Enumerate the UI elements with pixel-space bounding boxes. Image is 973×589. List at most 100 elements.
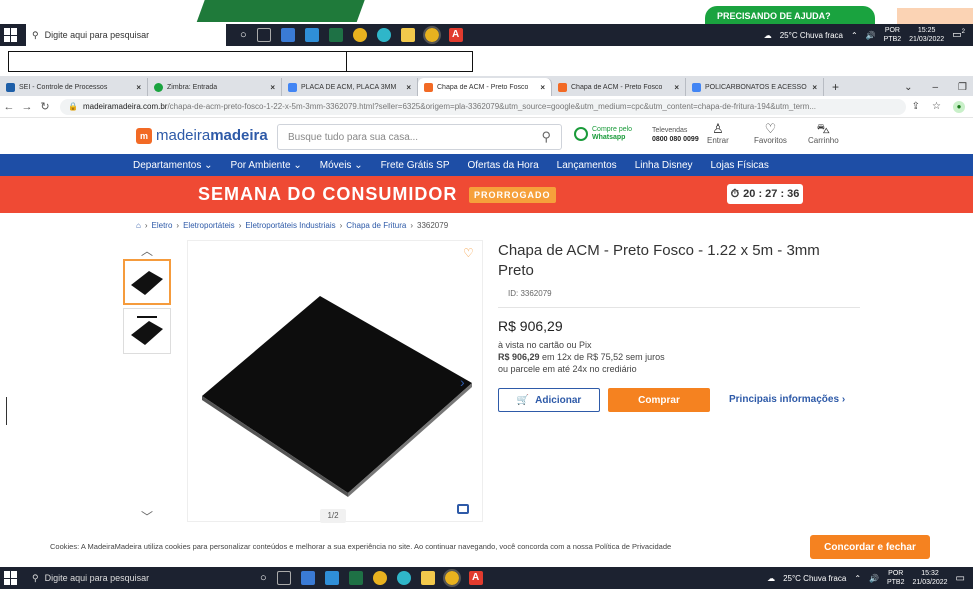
url-input[interactable]: 🔒 madeiramadeira.com.br/chapa-de-acm-pre… — [60, 98, 906, 115]
excel-icon[interactable] — [328, 28, 343, 42]
browser-tab-active[interactable]: Chapa de ACM - Preto Fosco × — [418, 78, 552, 96]
close-icon[interactable]: × — [270, 83, 275, 92]
annotation-line — [8, 51, 9, 72]
edge-icon[interactable] — [376, 28, 391, 42]
language-indicator[interactable]: POR PTB2 — [887, 569, 905, 587]
browser-tab[interactable]: Zimbra: Entrada × — [148, 78, 282, 96]
buy-button[interactable]: Comprar — [608, 388, 710, 412]
tab-search-chevron-icon[interactable]: ⌄ — [904, 82, 912, 93]
restore-icon[interactable]: ❐ — [958, 82, 967, 93]
breadcrumb-item[interactable]: Eletroportáteis Industriais — [245, 221, 335, 230]
site-search-input[interactable]: Busque tudo para sua casa... ⚲ — [277, 124, 562, 150]
next-image-arrow-icon[interactable]: › — [460, 374, 465, 390]
acrobat-icon[interactable]: A — [448, 28, 463, 42]
windows-start-icon[interactable] — [4, 28, 18, 42]
product-title: Chapa de ACM - Preto Fosco - 1.22 x 5m -… — [498, 242, 820, 279]
calendar-app-icon[interactable] — [280, 28, 295, 42]
forward-arrow-icon[interactable]: → — [18, 101, 36, 113]
close-icon[interactable]: × — [540, 83, 545, 92]
gallery-thumbnail-2[interactable] — [123, 308, 171, 354]
product-id: ID: 3362079 — [508, 289, 552, 298]
chrome-active-icon[interactable] — [442, 569, 461, 587]
file-explorer-icon[interactable] — [420, 571, 435, 585]
product-main-image[interactable] — [187, 240, 483, 522]
task-view-icon[interactable]: ○ — [260, 572, 267, 584]
browser-tab[interactable]: Chapa de ACM - Preto Fosco × — [552, 78, 686, 96]
language-indicator[interactable]: POR PTB2 — [884, 26, 902, 44]
main-info-link[interactable]: Principais informações › — [729, 394, 845, 405]
share-icon[interactable]: ⇪ — [912, 101, 920, 112]
windows-start-icon[interactable] — [4, 571, 18, 585]
excel-icon[interactable] — [348, 571, 363, 585]
reload-icon[interactable]: ↻ — [36, 100, 54, 113]
cart-button[interactable]: ⛍ Carrinho — [808, 122, 839, 146]
nav-item-linha-disney[interactable]: Linha Disney — [635, 160, 693, 171]
tray-chevron-icon[interactable]: ⌃ — [854, 574, 861, 583]
calendar-app-icon[interactable] — [300, 571, 315, 585]
thumbs-down-arrow-icon[interactable]: ﹀ — [141, 508, 153, 525]
volume-icon[interactable]: 🔊 — [869, 574, 879, 583]
taskbar-search-input[interactable]: ⚲ Digite aqui para pesquisar — [26, 24, 226, 46]
promo-banner[interactable]: SEMANA DO CONSUMIDOR PRORROGADO ⏱ 20 : 2… — [0, 176, 973, 213]
task-view-icon[interactable]: ○ — [240, 29, 247, 41]
profile-avatar-icon[interactable]: ● — [953, 100, 965, 113]
tray-chevron-icon[interactable]: ⌃ — [851, 31, 858, 40]
edge-icon[interactable] — [396, 571, 411, 585]
taskbar-bottom: ⚲ Digite aqui para pesquisar ○ A ☁ 25°C … — [0, 567, 973, 589]
notification-icon[interactable]: ▭ — [956, 573, 965, 584]
browser-tab[interactable]: PLACA DE ACM, PLACA 3MM × — [282, 78, 418, 96]
close-icon[interactable]: × — [812, 83, 817, 92]
thumbs-up-arrow-icon[interactable]: ︿ — [141, 242, 153, 259]
favorite-heart-icon[interactable]: ♡ — [463, 246, 474, 260]
close-icon[interactable]: × — [136, 83, 141, 92]
breadcrumb-item[interactable]: Eletroportáteis — [183, 221, 235, 230]
google-favicon-icon — [288, 82, 297, 92]
image-counter: 1/2 — [320, 509, 346, 523]
add-to-cart-button[interactable]: 🛒 Adicionar — [498, 388, 600, 412]
home-icon[interactable]: ⌂ — [136, 221, 141, 230]
taskbar-clock[interactable]: 15:25 21/03/2022 — [909, 26, 944, 44]
nav-item-departamentos[interactable]: Departamentos ⌄ — [133, 160, 213, 171]
image-zoom-icon[interactable] — [457, 504, 469, 514]
nav-item-ofertas[interactable]: Ofertas da Hora — [467, 160, 538, 171]
file-explorer-icon[interactable] — [400, 28, 415, 42]
close-icon[interactable]: × — [406, 83, 411, 92]
widgets-icon[interactable] — [256, 28, 271, 42]
promo-countdown: ⏱ 20 : 27 : 36 — [727, 184, 803, 204]
search-icon[interactable]: ⚲ — [541, 129, 551, 145]
bookmark-star-icon[interactable]: ☆ — [932, 101, 941, 112]
favorites-button[interactable]: ♡ Favoritos — [754, 121, 787, 146]
breadcrumb-item[interactable]: Chapa de Fritura — [346, 221, 406, 230]
nav-item-lojas-fisicas[interactable]: Lojas Físicas — [711, 160, 769, 171]
chrome-active-icon[interactable] — [422, 26, 441, 44]
login-button[interactable]: ♙ Entrar — [707, 122, 729, 146]
heart-icon: ♡ — [764, 121, 777, 136]
breadcrumb-item[interactable]: Eletro — [152, 221, 173, 230]
mail-app-icon[interactable] — [324, 571, 339, 585]
notification-icon[interactable]: ▭2 — [952, 29, 965, 40]
widgets-icon[interactable] — [276, 571, 291, 585]
close-icon[interactable]: × — [674, 83, 679, 92]
nav-item-frete-gratis[interactable]: Frete Grátis SP — [381, 160, 450, 171]
new-tab-button[interactable]: + — [824, 78, 847, 96]
browser-toolbar: ← → ↻ 🔒 madeiramadeira.com.br/chapa-de-a… — [0, 96, 973, 118]
nav-item-por-ambiente[interactable]: Por Ambiente ⌄ — [231, 160, 302, 171]
nav-item-moveis[interactable]: Móveis ⌄ — [320, 160, 363, 171]
site-logo[interactable]: m madeiramadeira — [136, 127, 268, 144]
chrome-icon[interactable] — [372, 571, 387, 585]
back-arrow-icon[interactable]: ← — [0, 101, 18, 113]
browser-tab[interactable]: SEI - Controle de Processos × — [0, 78, 148, 96]
whatsapp-link[interactable]: Compre pelo Whatsapp — [574, 126, 632, 142]
volume-icon[interactable]: 🔊 — [866, 31, 876, 40]
browser-tab[interactable]: POLICARBONATOS E ACESSÓ × — [686, 78, 824, 96]
taskbar-clock[interactable]: 15:32 21/03/2022 — [913, 569, 948, 587]
chrome-icon[interactable] — [352, 28, 367, 42]
nav-item-lancamentos[interactable]: Lançamentos — [557, 160, 617, 171]
minimize-icon[interactable]: – — [932, 82, 938, 93]
accept-cookies-button[interactable]: Concordar e fechar — [810, 535, 930, 559]
mail-app-icon[interactable] — [304, 28, 319, 42]
gallery-thumbnail-1[interactable] — [123, 259, 171, 305]
system-tray: ☁ 25°C Chuva fraca ⌃ 🔊 POR PTB2 15:25 21/0… — [763, 26, 965, 44]
acrobat-icon[interactable]: A — [468, 571, 483, 585]
taskbar-search-input[interactable]: ⚲ Digite aqui para pesquisar — [26, 567, 226, 589]
